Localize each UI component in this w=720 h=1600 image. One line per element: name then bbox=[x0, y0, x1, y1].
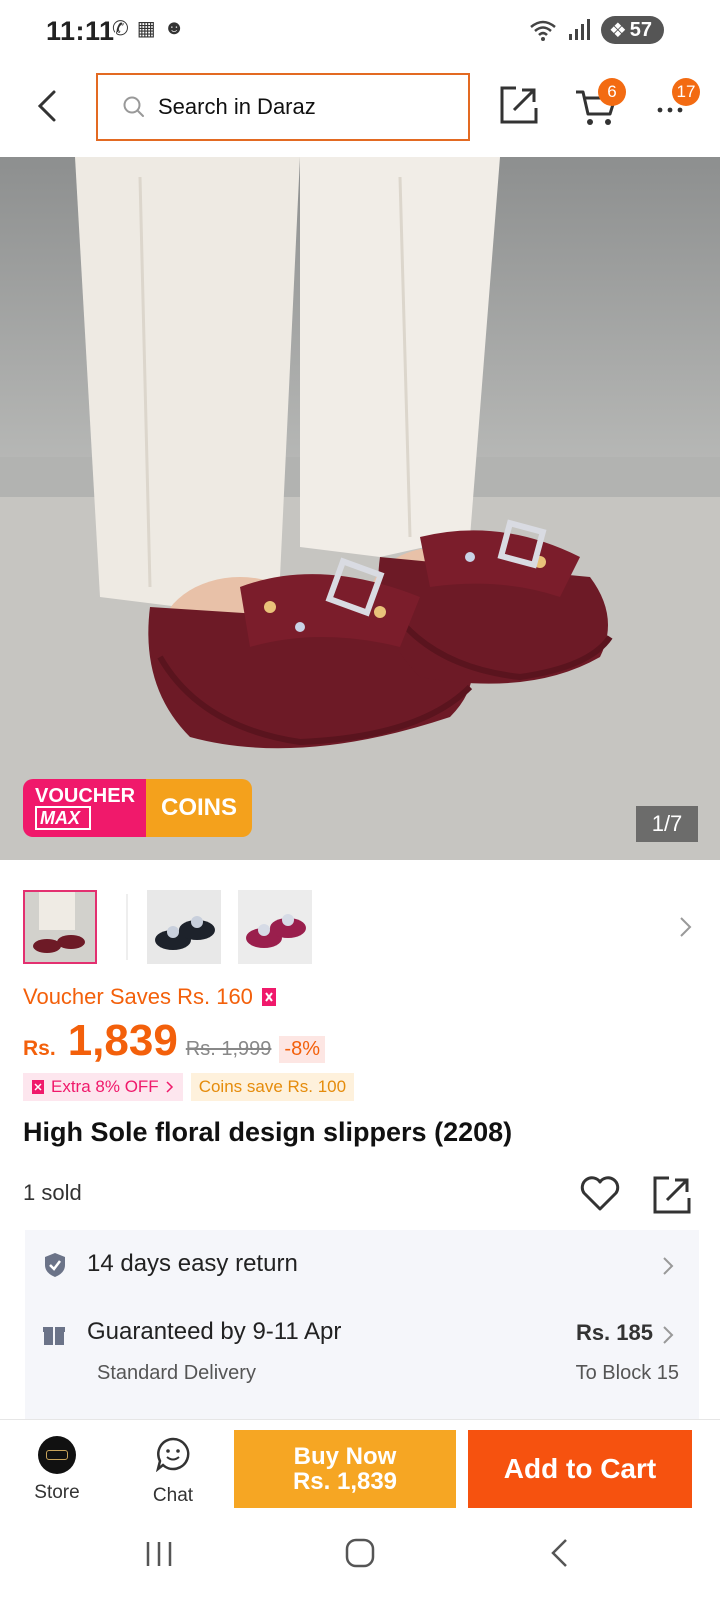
thumbnail-strip bbox=[0, 890, 720, 968]
price-row: Rs. 1,839 Rs. 1,999 -8% bbox=[23, 1016, 325, 1066]
recent-apps-icon[interactable] bbox=[144, 1539, 174, 1569]
coins-label: COINS bbox=[146, 779, 252, 837]
home-icon[interactable] bbox=[344, 1537, 376, 1569]
voucher-saves-text: Voucher Saves Rs. 160 bbox=[23, 984, 253, 1009]
promo-row: Extra 8% OFF Coins save Rs. 100 bbox=[23, 1073, 355, 1101]
chevron-right-icon bbox=[663, 1257, 674, 1275]
snapchat-icon: ☻ bbox=[163, 17, 185, 39]
voucher-tag-line1: VOUCHER bbox=[35, 785, 136, 807]
status-right-icons: ❖ 57 bbox=[529, 16, 664, 44]
thumbnail-image bbox=[147, 890, 221, 964]
battery-level: 57 bbox=[629, 18, 652, 41]
share-icon[interactable] bbox=[651, 1174, 693, 1216]
cart-button[interactable]: 6 bbox=[574, 78, 626, 130]
product-title: High Sole floral design slippers (2208) bbox=[23, 1117, 513, 1147]
discount-badge: -8% bbox=[279, 1036, 325, 1063]
whatsapp-icon: ✆ bbox=[112, 18, 129, 40]
voucher-icon bbox=[261, 988, 276, 1006]
status-time: 11:11 bbox=[46, 16, 115, 46]
chat-button[interactable]: Chat bbox=[136, 1436, 210, 1512]
return-policy-text: 14 days easy return bbox=[87, 1250, 298, 1277]
delivery-date-text: Guaranteed by 9-11 Apr bbox=[87, 1318, 342, 1345]
price-currency: Rs. bbox=[23, 1037, 56, 1060]
status-bar: 11:11 ✆ ▦ ☻ ❖ 57 bbox=[0, 0, 720, 62]
heart-icon[interactable] bbox=[580, 1176, 620, 1212]
voucher-max-coins-tag: VOUCHER MAX COINS bbox=[23, 779, 252, 837]
buy-now-price: Rs. 1,839 bbox=[292, 1468, 398, 1495]
delivery-location: To Block 15 bbox=[575, 1362, 679, 1384]
chat-label: Chat bbox=[152, 1485, 194, 1506]
store-label: Store bbox=[34, 1482, 80, 1503]
thumbnail-image bbox=[25, 892, 95, 962]
product-photo bbox=[0, 157, 720, 860]
back-arrow-icon[interactable] bbox=[30, 88, 66, 124]
thumbnail-maroon-slippers[interactable] bbox=[23, 890, 97, 964]
service-info-panel: 14 days easy return Guaranteed by 9-11 A… bbox=[25, 1230, 699, 1420]
voucher-tag-line2: MAX bbox=[35, 806, 91, 830]
more-button[interactable]: 17 bbox=[656, 78, 700, 120]
thumbnail-black-slippers[interactable] bbox=[147, 890, 221, 964]
battery-indicator: ❖ 57 bbox=[600, 16, 664, 44]
coins-save-promo[interactable]: Coins save Rs. 100 bbox=[190, 1073, 355, 1101]
buy-now-label: Buy Now bbox=[293, 1443, 397, 1470]
shield-check-icon bbox=[45, 1253, 65, 1277]
store-logo-icon bbox=[38, 1436, 76, 1474]
top-header: Search in Daraz 6 17 bbox=[0, 70, 720, 144]
image-counter: 1/7 bbox=[636, 806, 698, 842]
chat-icon bbox=[155, 1437, 190, 1473]
battery-icon: ❖ bbox=[608, 19, 627, 42]
extra-off-text: Extra 8% OFF bbox=[51, 1077, 159, 1096]
cart-count-badge: 6 bbox=[598, 78, 626, 106]
system-nav-bar bbox=[0, 1515, 720, 1600]
screenshot-icon: ▦ bbox=[136, 18, 156, 40]
delivery-row[interactable]: Guaranteed by 9-11 Apr Standard Delivery… bbox=[25, 1302, 699, 1402]
price-amount: 1,839 bbox=[67, 1016, 178, 1065]
store-button[interactable]: Store bbox=[20, 1436, 94, 1512]
delivery-type-text: Standard Delivery bbox=[97, 1362, 256, 1384]
thumbnail-image bbox=[238, 890, 312, 964]
voucher-saves-row[interactable]: Voucher Saves Rs. 160 bbox=[23, 984, 277, 1010]
add-to-cart-button[interactable]: Add to Cart bbox=[468, 1430, 692, 1508]
voucher-max-label: VOUCHER MAX bbox=[23, 779, 146, 837]
voucher-icon bbox=[32, 1080, 44, 1094]
extra-off-promo[interactable]: Extra 8% OFF bbox=[23, 1073, 183, 1101]
chevron-right-icon bbox=[166, 1081, 173, 1093]
bottom-action-bar: Store Chat Buy Now Rs. 1,839 Add to Cart bbox=[0, 1419, 720, 1515]
sold-count: 1 sold bbox=[23, 1180, 82, 1205]
search-input[interactable]: Search in Daraz bbox=[96, 73, 470, 141]
thumbnail-pink-slippers[interactable] bbox=[238, 890, 312, 964]
buy-now-button[interactable]: Buy Now Rs. 1,839 bbox=[234, 1430, 456, 1508]
signal-icon bbox=[568, 19, 590, 40]
search-placeholder: Search in Daraz bbox=[158, 94, 316, 119]
wifi-icon bbox=[530, 20, 556, 41]
chevron-right-icon[interactable] bbox=[676, 912, 696, 942]
delivery-fee: Rs. 185 bbox=[575, 1320, 653, 1345]
return-policy-row[interactable]: 14 days easy return bbox=[25, 1230, 699, 1300]
status-left-icons: ✆ ▦ ☻ bbox=[112, 16, 185, 41]
delivery-box-icon bbox=[43, 1327, 65, 1345]
nav-back-icon[interactable] bbox=[548, 1537, 572, 1569]
share-icon[interactable] bbox=[498, 84, 540, 126]
original-price: Rs. 1,999 bbox=[185, 1038, 272, 1060]
search-icon bbox=[123, 96, 144, 117]
thumbnail-divider bbox=[126, 894, 128, 960]
chevron-right-icon bbox=[663, 1326, 674, 1344]
product-image-gallery[interactable]: VOUCHER MAX COINS 1/7 bbox=[0, 157, 720, 860]
notification-count-badge: 17 bbox=[672, 78, 700, 106]
